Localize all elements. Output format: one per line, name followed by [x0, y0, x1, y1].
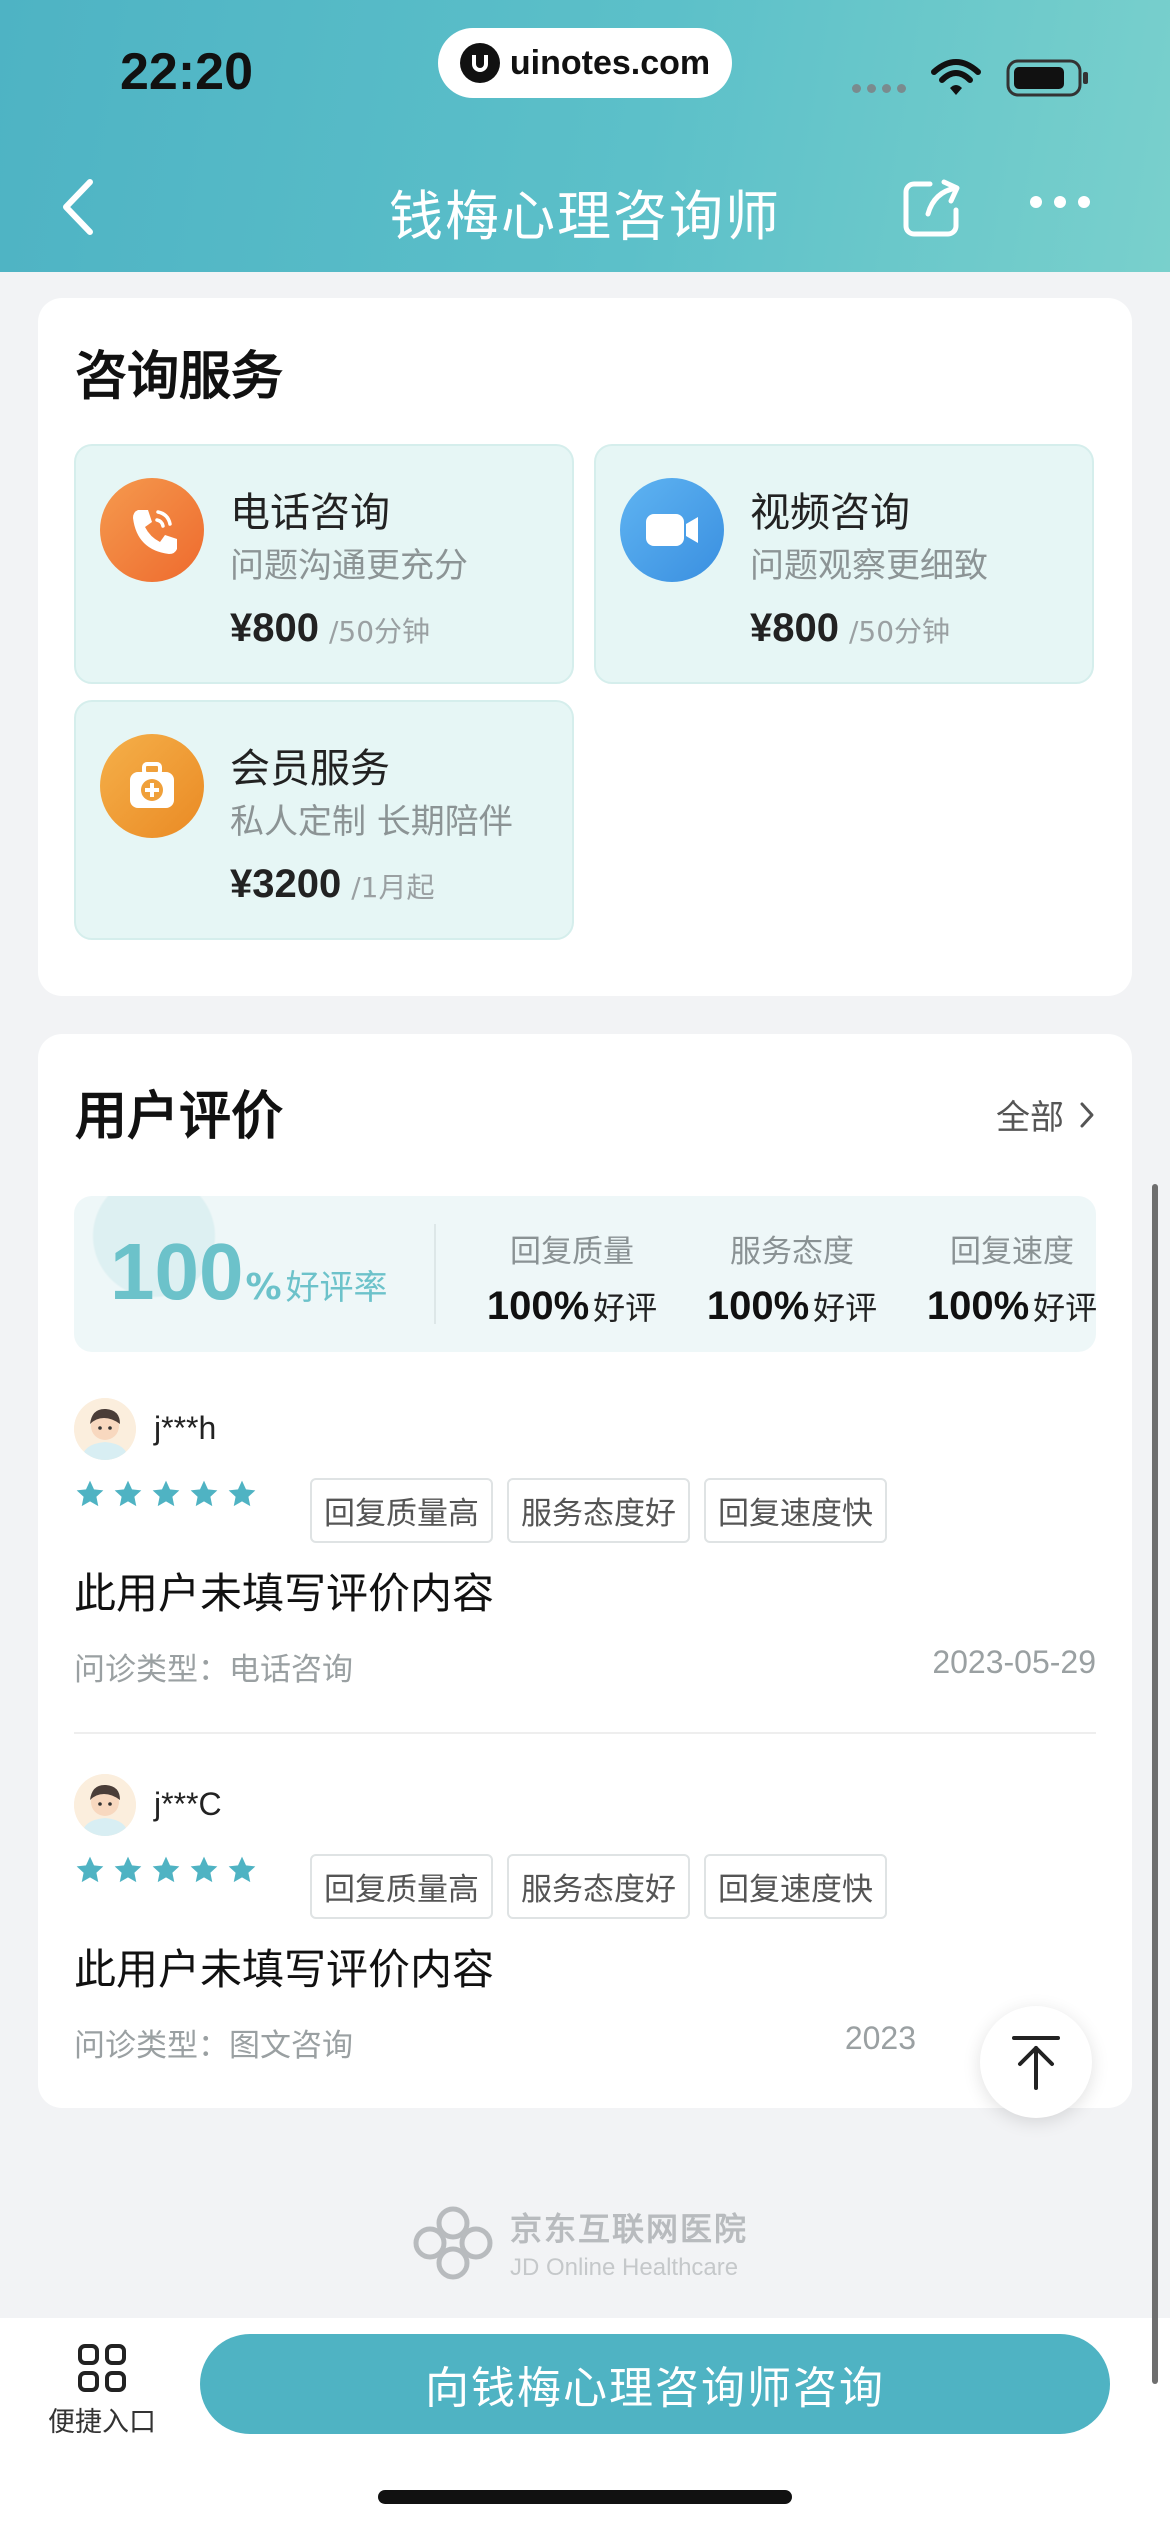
service-name: 视频咨询 — [750, 490, 910, 536]
positive-rate-label: 好评率 — [285, 1268, 388, 1308]
service-desc: 私人定制 长期陪伴 — [230, 802, 513, 842]
star-icon — [228, 1480, 256, 1507]
metric-service-attitude: 服务态度 100% 好评 — [682, 1226, 902, 1329]
url-text: uinotes.com — [509, 43, 711, 82]
review-content: 此用户未填写评价内容 — [74, 1569, 495, 1618]
jd-logo-icon — [413, 2206, 493, 2280]
consult-now-button[interactable]: 向钱梅心理咨询师咨询 — [200, 2334, 1110, 2434]
review-date: 2023 — [844, 2020, 916, 2056]
service-name: 电话咨询 — [230, 490, 390, 536]
video-camera-icon — [620, 478, 724, 582]
review-divider — [74, 1732, 1096, 1734]
jd-healthcare-logo: 京东互联网医院 JD Online Healthcare — [410, 2204, 748, 2282]
service-name: 会员服务 — [230, 746, 390, 792]
scrollbar[interactable] — [1152, 1184, 1158, 2384]
review-username: j***h — [154, 1410, 217, 1446]
consult-type: 问诊类型：电话咨询 — [74, 1652, 353, 1688]
positive-rate-value: 100 — [110, 1227, 244, 1316]
service-price: ¥800 — [230, 606, 319, 650]
metric-reply-speed: 回复速度 100% 好评 — [902, 1226, 1096, 1329]
chevron-right-icon — [1080, 1102, 1094, 1127]
share-icon[interactable] — [900, 176, 964, 240]
logo-cn-text: 京东互联网医院 — [510, 2210, 749, 2248]
uinotes-logo-icon — [459, 43, 500, 83]
star-icon — [190, 1856, 218, 1883]
home-indicator[interactable] — [378, 2490, 792, 2504]
review-tags: 回复质量高 服务态度好 回复速度快 — [310, 1854, 887, 1919]
positive-rate-pct: % — [245, 1267, 282, 1308]
star-icon — [114, 1856, 142, 1883]
logo-en-text: JD Online Healthcare — [510, 2254, 739, 2281]
avatar — [74, 1398, 136, 1460]
star-icon — [76, 1856, 104, 1883]
review-tag: 回复质量高 — [310, 1478, 493, 1543]
arrow-up-icon — [1012, 2036, 1060, 2090]
metric-value: 100% — [926, 1284, 1030, 1328]
rating-summary: 100 % 好评率 回复质量 100% 好评 服务态度 100% 好评 回复速度… — [74, 1196, 1096, 1352]
star-icon — [76, 1480, 104, 1507]
review-tag: 服务态度好 — [507, 1854, 690, 1919]
service-desc: 问题观察更细致 — [750, 546, 988, 586]
summary-divider — [434, 1224, 436, 1324]
phone-icon — [100, 478, 204, 582]
metric-suffix: 好评 — [1033, 1289, 1096, 1327]
user-reviews-card: 用户评价 全部 100 % 好评率 回复质量 100% 好评 服务态度 100%… — [38, 1034, 1132, 2108]
metric-value: 100% — [706, 1284, 810, 1328]
all-reviews-label: 全部 — [996, 1098, 1064, 1138]
reviews-title: 用户评价 — [75, 1087, 284, 1147]
quick-entry-button[interactable]: 便捷入口 — [40, 2342, 164, 2439]
service-membership[interactable]: 会员服务 私人定制 长期陪伴 ¥3200 /1月起 — [74, 700, 574, 940]
review-item[interactable]: j***h 回复质量高 服务态度好 回复速度快 此用户未填写评价内容 问诊类型：… — [74, 1398, 1096, 1698]
star-icon — [114, 1480, 142, 1507]
review-date: 2023-05-29 — [932, 1644, 1096, 1680]
quick-entry-label: 便捷入口 — [48, 2407, 156, 2438]
service-unit: /1月起 — [351, 871, 435, 904]
consult-type: 问诊类型：图文咨询 — [74, 2028, 353, 2064]
review-username: j***C — [154, 1786, 222, 1822]
wifi-icon — [931, 59, 981, 95]
metric-label: 回复速度 — [950, 1234, 1074, 1270]
services-title: 咨询服务 — [75, 347, 284, 407]
metric-label: 服务态度 — [730, 1234, 854, 1270]
service-video-consult[interactable]: 视频咨询 问题观察更细致 ¥800 /50分钟 — [594, 444, 1094, 684]
service-unit: /50分钟 — [328, 615, 431, 648]
grid-icon — [78, 2344, 126, 2392]
review-item[interactable]: j***C 回复质量高 服务态度好 回复速度快 此用户未填写评价内容 问诊类型：… — [74, 1774, 1096, 2074]
metric-value: 100% — [486, 1284, 590, 1328]
medical-kit-icon — [100, 734, 204, 838]
url-pill[interactable]: uinotes.com — [438, 28, 732, 98]
star-rating — [74, 1478, 258, 1510]
service-price: ¥3200 — [230, 862, 342, 906]
avatar — [74, 1774, 136, 1836]
battery-icon — [1006, 59, 1088, 97]
star-icon — [152, 1856, 180, 1883]
service-phone-consult[interactable]: 电话咨询 问题沟通更充分 ¥800 /50分钟 — [74, 444, 574, 684]
star-icon — [190, 1480, 218, 1507]
status-time: 22:20 — [120, 43, 253, 101]
positive-rate: 100 % 好评率 — [110, 1226, 388, 1318]
all-reviews-link[interactable]: 全部 — [996, 1090, 1096, 1139]
more-options-icon[interactable] — [1030, 196, 1090, 208]
review-content: 此用户未填写评价内容 — [74, 1945, 495, 1994]
metric-suffix: 好评 — [593, 1289, 658, 1327]
review-tag: 回复速度快 — [704, 1478, 887, 1543]
metric-reply-quality: 回复质量 100% 好评 — [462, 1226, 682, 1329]
top-header: 22:20 uinotes.com 钱梅心理咨询师 — [0, 0, 1170, 272]
page-title: 钱梅心理咨询师 — [389, 185, 781, 248]
service-price: ¥800 — [750, 606, 839, 650]
review-tag: 回复速度快 — [704, 1854, 887, 1919]
metric-label: 回复质量 — [510, 1234, 634, 1270]
service-unit: /50分钟 — [848, 615, 951, 648]
service-desc: 问题沟通更充分 — [230, 546, 468, 586]
review-tag: 服务态度好 — [507, 1478, 690, 1543]
consult-services-card: 咨询服务 电话咨询 问题沟通更充分 ¥800 /50分钟 视频咨询 问题观察更细… — [38, 298, 1132, 996]
review-tag: 回复质量高 — [310, 1854, 493, 1919]
cellular-signal-icon — [852, 84, 906, 93]
back-to-top-button[interactable] — [980, 2006, 1092, 2118]
star-rating — [74, 1854, 258, 1886]
star-icon — [152, 1480, 180, 1507]
metric-suffix: 好评 — [813, 1289, 878, 1327]
star-icon — [228, 1856, 256, 1883]
review-tags: 回复质量高 服务态度好 回复速度快 — [310, 1478, 887, 1543]
